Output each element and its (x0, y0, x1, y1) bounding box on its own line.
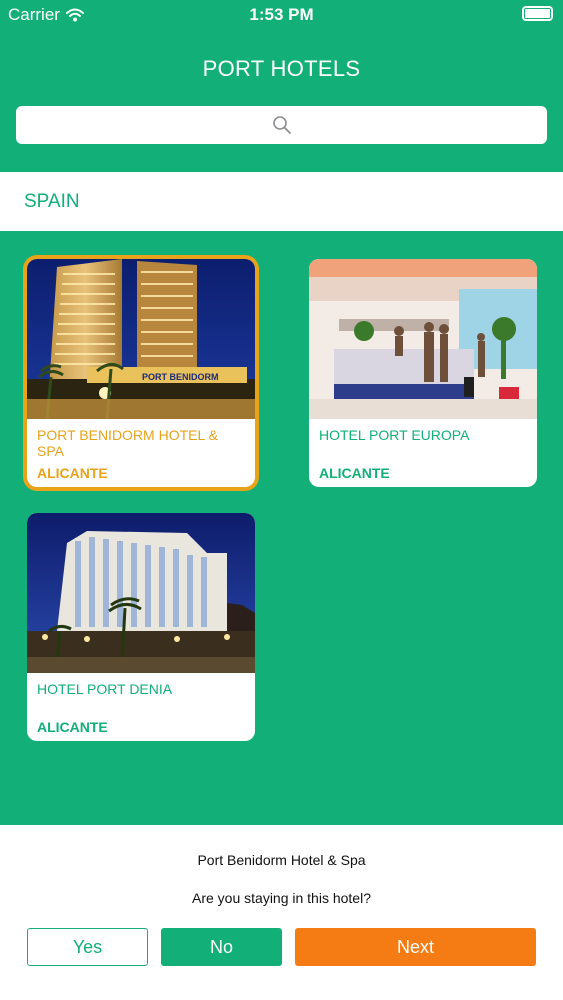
section-header: SPAIN (0, 172, 563, 231)
hotel-photo-port-denia (27, 513, 255, 673)
hotel-sign-text: PORT BENIDORM (142, 372, 219, 382)
search-icon (272, 116, 291, 134)
section-title: SPAIN (24, 190, 80, 212)
hotel-card-port-europa[interactable]: HOTEL PORT EUROPA ALICANTE (309, 259, 537, 487)
no-button[interactable]: No (161, 928, 282, 966)
hotel-photo-port-benidorm: PORT BENIDORM (27, 259, 255, 419)
hotel-name: PORT BENIDORM HOTEL & SPA (37, 427, 218, 459)
page-title: PORT HOTELS (202, 56, 361, 81)
hotel-city: ALICANTE (37, 465, 108, 481)
yes-button[interactable]: Yes (27, 928, 148, 966)
hotel-name: HOTEL PORT DENIA (37, 681, 173, 697)
hotel-name: HOTEL PORT EUROPA (319, 427, 470, 443)
hotel-photo-port-europa (309, 259, 537, 419)
battery-icon (522, 6, 553, 21)
hotel-card-port-denia[interactable]: HOTEL PORT DENIA ALICANTE (27, 513, 255, 741)
hotel-city: ALICANTE (37, 719, 108, 735)
status-bar: Carrier 1:53 PM (0, 0, 563, 30)
status-time: 1:53 PM (249, 5, 314, 24)
search-input[interactable] (16, 106, 547, 144)
confirmation-panel: Port Benidorm Hotel & Spa Are you stayin… (0, 825, 563, 1000)
next-button[interactable]: Next (295, 928, 536, 966)
selected-hotel-name: Port Benidorm Hotel & Spa (197, 852, 366, 868)
hotel-city: ALICANTE (319, 465, 390, 481)
stay-question: Are you staying in this hotel? (192, 890, 371, 906)
hotel-card-port-benidorm[interactable]: PORT BENIDORM PORT BENIDORM HOTEL & SPA … (27, 259, 255, 487)
